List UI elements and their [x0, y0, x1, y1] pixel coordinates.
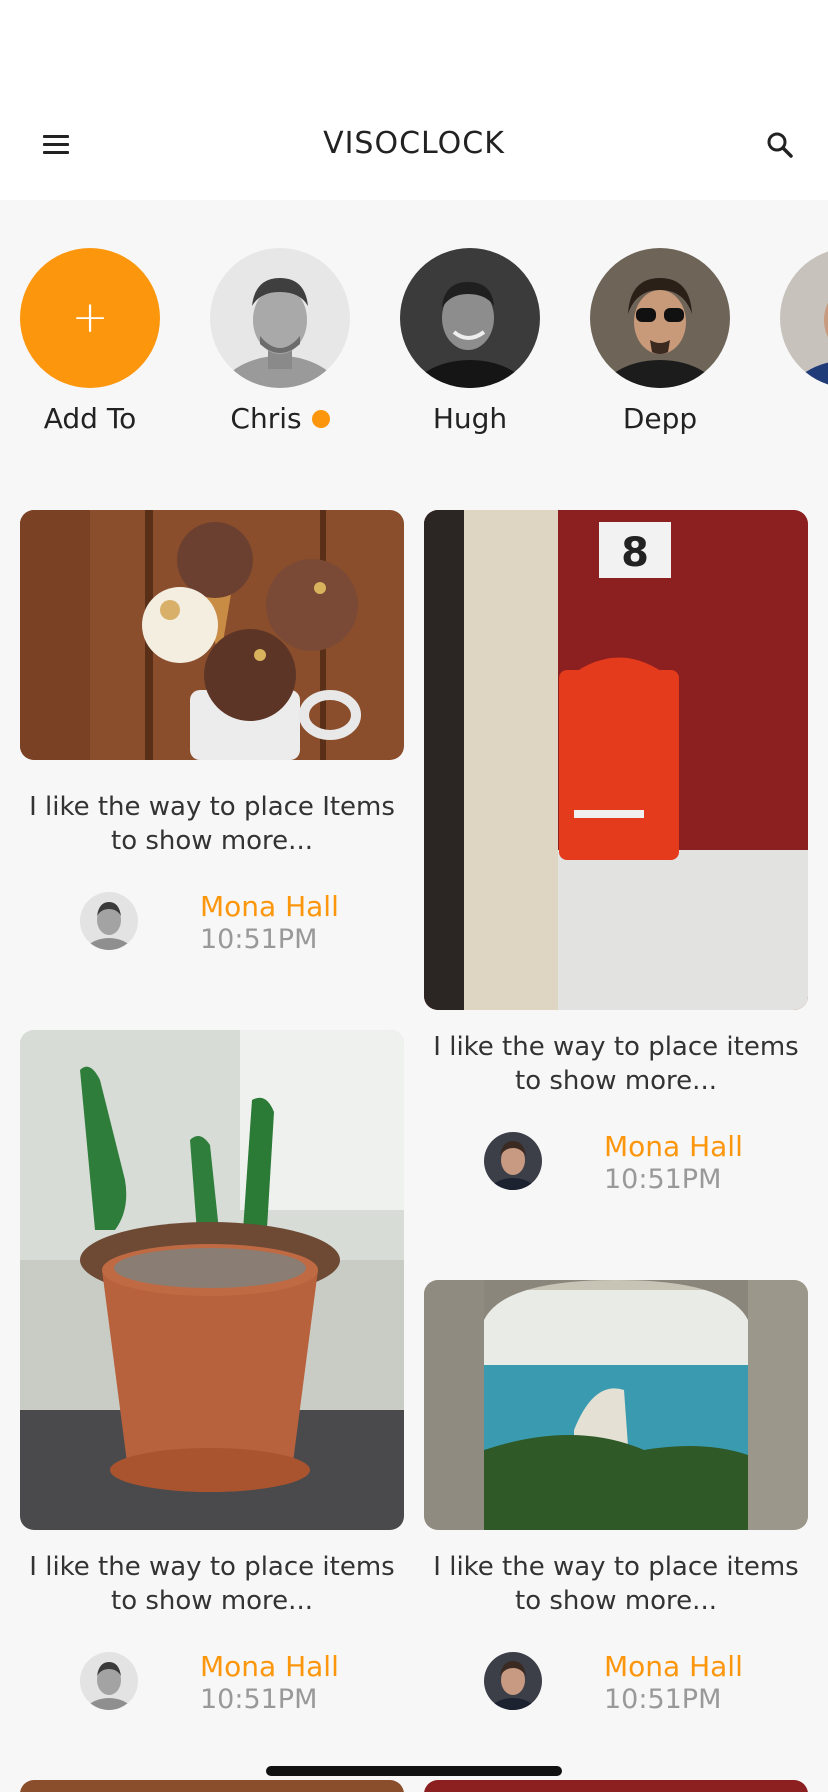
online-status-dot [311, 409, 330, 428]
story-label: Hugh [432, 402, 508, 435]
avatar[interactable] [590, 248, 730, 388]
story-depp[interactable]: Depp [589, 248, 731, 435]
post-time: 10:51PM [604, 1164, 722, 1195]
avatar[interactable] [80, 1652, 138, 1710]
post-caption: I like the way to place items to show mo… [433, 1032, 799, 1096]
stories-row: + Add To Chris Hugh Depp [0, 248, 828, 448]
author-name[interactable]: Mona Hall [604, 1650, 743, 1683]
post-image-ice-cream[interactable] [20, 510, 404, 760]
avatar[interactable] [484, 1652, 542, 1710]
post-caption: I like the way to place Items to show mo… [29, 792, 395, 856]
plus-icon: + [71, 292, 109, 343]
story-add[interactable]: + Add To [19, 248, 161, 435]
avatar[interactable] [484, 1132, 542, 1190]
author-name[interactable]: Mona Hall [200, 1650, 339, 1683]
post-caption: I like the way to place items to show mo… [29, 1552, 395, 1616]
story-label: Chris [230, 402, 302, 435]
avatar[interactable] [400, 248, 540, 388]
story-label: Add To [43, 402, 137, 435]
avatar[interactable] [80, 892, 138, 950]
post-time: 10:51PM [200, 924, 318, 955]
post-image-cactus[interactable] [20, 1030, 404, 1530]
post-image-next[interactable] [424, 1780, 808, 1792]
avatar[interactable] [780, 248, 828, 388]
story-label: Depp [622, 402, 698, 435]
home-indicator[interactable] [266, 1766, 562, 1776]
post-time: 10:51PM [604, 1684, 722, 1715]
avatar[interactable] [210, 248, 350, 388]
svg-text:8: 8 [621, 530, 649, 576]
author-name[interactable]: Mona Hall [604, 1130, 743, 1163]
author-name[interactable]: Mona Hall [200, 890, 339, 923]
add-story-button[interactable]: + [20, 248, 160, 388]
story-hugh[interactable]: Hugh [399, 248, 541, 435]
post-image-next[interactable] [20, 1780, 404, 1792]
app-title: VISOCLOCK [323, 126, 505, 161]
post-time: 10:51PM [200, 1684, 318, 1715]
story-chris[interactable]: Chris [209, 248, 351, 435]
search-icon[interactable] [760, 126, 800, 166]
post-caption: I like the way to place items to show mo… [433, 1552, 799, 1616]
app-header: VISOCLOCK [0, 0, 828, 200]
story-partial[interactable]: T [779, 248, 828, 435]
post-image-sea-view[interactable] [424, 1280, 808, 1530]
post-image-mailbox[interactable]: 8 [424, 510, 808, 1010]
